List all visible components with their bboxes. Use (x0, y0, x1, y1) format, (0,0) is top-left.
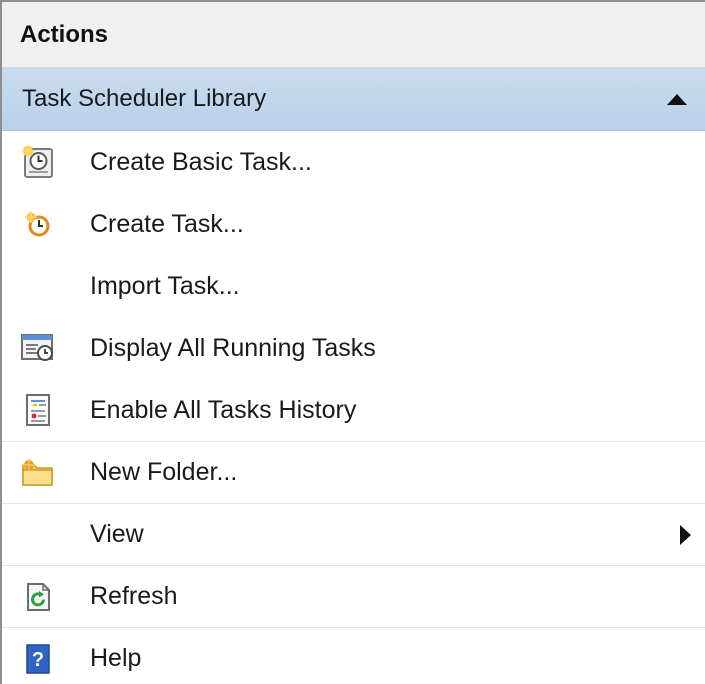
actions-header: Actions (2, 2, 705, 68)
action-label: Create Basic Task... (90, 147, 312, 176)
collapse-up-icon (667, 93, 687, 105)
action-label: Enable All Tasks History (90, 395, 357, 424)
task-clock-icon (18, 204, 58, 244)
actions-title: Actions (20, 20, 109, 48)
action-new-folder[interactable]: New Folder... (2, 441, 705, 503)
tasks-history-icon (18, 390, 58, 430)
help-icon: ? (18, 639, 58, 679)
running-tasks-icon (18, 328, 58, 368)
section-title: Task Scheduler Library (22, 85, 267, 112)
refresh-icon (18, 577, 58, 617)
submenu-arrow-right-icon (680, 524, 691, 545)
action-label: Display All Running Tasks (90, 333, 376, 362)
view-blank-icon (18, 515, 58, 555)
action-display-running-tasks[interactable]: Display All Running Tasks (2, 317, 705, 379)
action-label: New Folder... (90, 458, 238, 486)
import-task-blank-icon (18, 266, 58, 306)
action-label: Help (90, 644, 142, 672)
action-view-submenu[interactable]: View (2, 503, 705, 565)
new-folder-icon (18, 453, 58, 493)
collapse-button[interactable] (667, 93, 687, 105)
actions-list: Create Basic Task... Create Task... Impo… (2, 131, 705, 684)
action-help[interactable]: ? Help (2, 627, 705, 684)
action-label: Create Task... (90, 209, 244, 238)
basic-task-clock-icon (18, 142, 58, 182)
section-task-scheduler-library[interactable]: Task Scheduler Library (2, 68, 705, 131)
action-label: View (90, 520, 144, 548)
action-label: Import Task... (90, 271, 240, 300)
actions-pane: Actions Task Scheduler Library Create Ba… (0, 0, 705, 684)
action-refresh[interactable]: Refresh (2, 565, 705, 627)
action-import-task[interactable]: Import Task... (2, 255, 705, 317)
action-create-basic-task[interactable]: Create Basic Task... (2, 131, 705, 193)
action-create-task[interactable]: Create Task... (2, 193, 705, 255)
svg-text:?: ? (32, 649, 44, 671)
action-enable-tasks-history[interactable]: Enable All Tasks History (2, 379, 705, 441)
action-label: Refresh (90, 582, 178, 610)
